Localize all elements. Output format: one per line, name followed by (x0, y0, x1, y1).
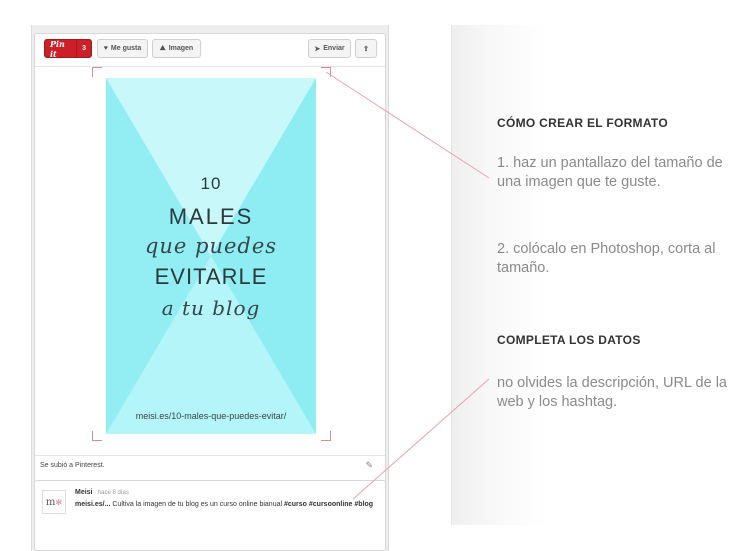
pin-title-evitarle: EVITARLE (154, 264, 268, 289)
pencil-icon[interactable]: ✎ (365, 460, 373, 471)
share-icon: ⇪ (363, 45, 369, 53)
image-button[interactable]: ⛰ Imagen (152, 39, 201, 58)
comment-link[interactable]: meisi.es/... (75, 501, 110, 508)
comment-author-line: Meisi · hace 8 días (75, 489, 129, 496)
pin-count: 3 (76, 40, 91, 57)
comment-hashtags[interactable]: #curso #cursoonline #blog (284, 501, 373, 508)
heading-create-format: CÓMO CREAR EL FORMATO (497, 116, 668, 130)
share-button[interactable]: ⇪ (355, 39, 377, 58)
send-icon: ➤ (314, 45, 321, 53)
pin-title-number: 10 (200, 174, 222, 193)
heart-icon: ♥ (103, 45, 108, 52)
pin-image-url: meisi.es/10-males-que-puedes-evitar/ (135, 411, 287, 421)
crop-corner-top-right (321, 67, 331, 77)
step-two-text: 2. colócalo en Photoshop, corta al tamañ… (497, 241, 716, 276)
pin-it-label: Pin it (50, 39, 65, 58)
comment-body: Cultiva la imagen de tu blog es un curso… (110, 501, 284, 508)
image-icon: ⛰ (159, 44, 166, 52)
comment-text: meisi.es/... Cultiva la imagen de tu blo… (75, 500, 375, 509)
upload-status-text: Se subió a Pinterest. (40, 462, 105, 469)
crop-corner-bottom-right (321, 431, 331, 441)
like-label: Me gusta (110, 45, 142, 52)
crop-corner-top-left (92, 67, 102, 77)
avatar[interactable]: m ✻ (42, 490, 66, 514)
comment-author[interactable]: Meisi (75, 489, 93, 496)
send-label: Enviar (323, 45, 345, 52)
step-one-text: 1. haz un pantallazo del tamaño de una i… (497, 155, 723, 190)
pin-toolbar: Pin it 3 ♥ Me gusta ⛰ Imagen ➤ Enviar ⇪ (35, 34, 385, 67)
crop-corner-bottom-left (92, 431, 102, 441)
send-button[interactable]: ➤ Enviar (308, 39, 351, 58)
pinterest-panel: Pin it 3 ♥ Me gusta ⛰ Imagen ➤ Enviar ⇪ (31, 25, 389, 551)
note-text: no olvides la descripción, URL de la web… (497, 375, 727, 410)
heading-complete-data: COMPLETA LOS DATOS (497, 333, 641, 347)
pin-comment: m ✻ Meisi · hace 8 días meisi.es/... Cult… (34, 480, 386, 551)
avatar-letter: m (45, 496, 56, 508)
pin-title-males: MALES (168, 204, 254, 229)
upload-status: Se subió a Pinterest. ✎ (35, 455, 385, 475)
pin-image[interactable]: 10 MALES que puedes EVITARLE a tu blog m… (106, 78, 316, 434)
asterisk-icon: ✻ (55, 497, 63, 507)
pin-it-button[interactable]: Pin it 3 (44, 39, 92, 58)
pin-card: Pin it 3 ♥ Me gusta ⛰ Imagen ➤ Enviar ⇪ (34, 33, 386, 496)
like-button[interactable]: ♥ Me gusta (97, 39, 148, 58)
pin-title-a-tu-blog: a tu blog (161, 296, 261, 320)
comment-time: · hace 8 días (92, 490, 129, 496)
image-label: Imagen (168, 45, 194, 52)
pin-title-que-puedes: que puedes (144, 234, 278, 258)
